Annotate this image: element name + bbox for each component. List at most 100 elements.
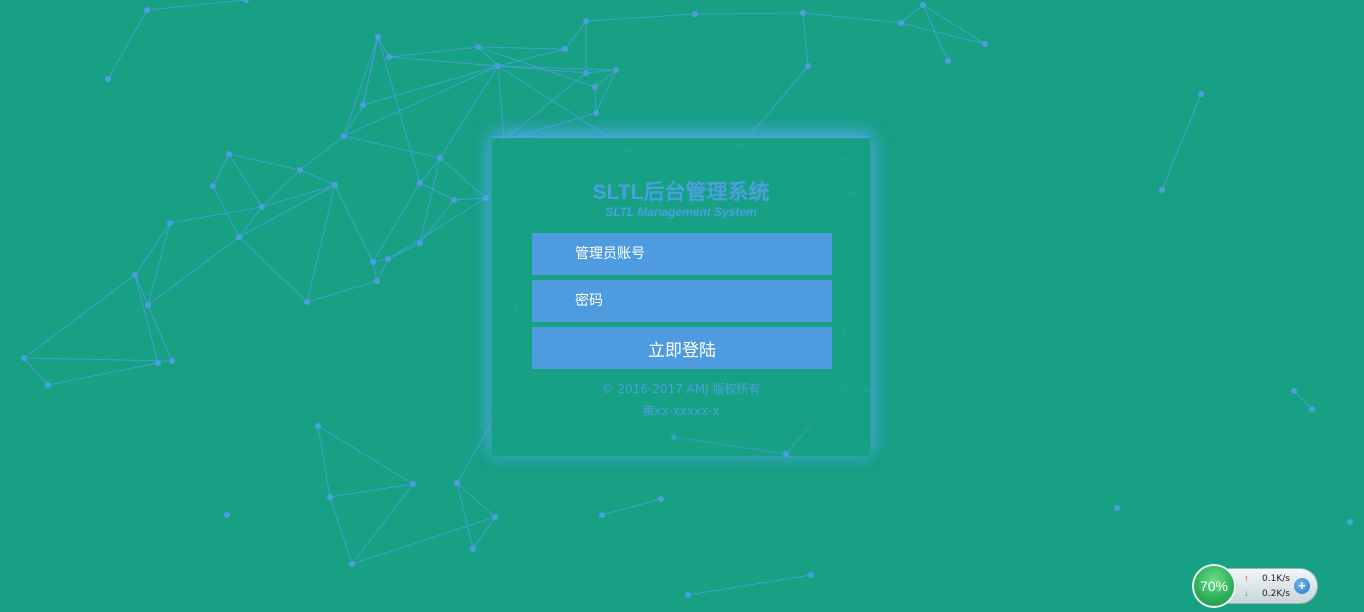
network-node: [224, 512, 230, 518]
upload-arrow-icon: ↑: [1244, 573, 1249, 583]
network-line: [585, 13, 696, 22]
network-node: [155, 360, 161, 366]
network-line: [694, 12, 804, 15]
network-node: [45, 382, 51, 388]
network-node: [920, 2, 926, 8]
network-line: [1161, 93, 1202, 191]
network-node: [167, 220, 173, 226]
network-node: [495, 63, 501, 69]
network-line: [317, 425, 331, 498]
network-line: [362, 65, 499, 106]
upload-speed: 0.1K/s: [1262, 574, 1290, 584]
network-line: [594, 69, 617, 88]
network-line: [900, 22, 986, 45]
network-line: [802, 12, 809, 67]
login-button[interactable]: 立即登陆: [532, 327, 832, 369]
memory-usage-ball[interactable]: 70%: [1192, 564, 1236, 608]
network-line: [147, 304, 173, 362]
expand-plus-icon[interactable]: +: [1294, 578, 1310, 594]
network-node: [144, 7, 150, 13]
network-node: [593, 110, 599, 116]
network-line: [23, 274, 136, 359]
network-node: [592, 84, 598, 90]
network-node: [658, 496, 664, 502]
network-line: [146, 0, 247, 11]
network-line: [377, 36, 390, 58]
copyright-text: © 2016-2017 AMJ 版权所有: [601, 382, 761, 396]
network-node: [385, 256, 391, 262]
network-line: [497, 65, 617, 71]
network-node: [599, 512, 605, 518]
network-line: [472, 516, 496, 550]
network-node: [21, 355, 27, 361]
network-line: [594, 86, 597, 114]
network-node: [1198, 91, 1204, 97]
network-node: [454, 480, 460, 486]
network-line: [306, 184, 336, 303]
system-title: SLTL后台管理系统: [592, 181, 770, 204]
network-line: [329, 483, 414, 498]
network-line: [329, 496, 353, 565]
network-line: [439, 157, 487, 199]
network-line: [343, 65, 499, 137]
network-line: [47, 362, 159, 386]
network-node: [370, 259, 376, 265]
network-line: [212, 153, 230, 187]
network-line: [228, 153, 301, 171]
network-line: [228, 153, 263, 208]
network-node: [417, 180, 423, 186]
network-node: [685, 592, 691, 598]
network-line: [585, 69, 617, 74]
system-subtitle: SLTL Management System: [605, 205, 757, 219]
network-node: [437, 155, 443, 161]
network-line: [1293, 390, 1313, 410]
network-line: [419, 182, 455, 201]
network-line: [477, 46, 499, 67]
network-node: [583, 70, 589, 76]
network-line: [334, 184, 374, 263]
network-line: [147, 236, 240, 306]
network-node: [1309, 406, 1315, 412]
network-line: [238, 236, 308, 303]
network-node: [800, 10, 806, 16]
network-node: [805, 63, 811, 69]
download-speed: 0.2K/s: [1262, 589, 1290, 599]
network-line: [317, 425, 414, 485]
network-line: [343, 135, 441, 159]
network-node: [349, 561, 355, 567]
network-line: [376, 258, 389, 282]
network-speed-widget[interactable]: ↑ ↓ 0.1K/s 0.2K/s + 70%: [1192, 564, 1318, 608]
network-node: [259, 204, 265, 210]
admin-account-input[interactable]: [532, 233, 832, 275]
network-node: [483, 195, 489, 201]
network-line: [456, 482, 474, 550]
network-node: [492, 514, 498, 520]
network-node: [1159, 187, 1165, 193]
network-line: [601, 498, 662, 516]
login-panel: SLTL后台管理系统 SLTL Management System 立即登陆 ©…: [491, 136, 871, 456]
network-node: [145, 302, 151, 308]
network-node: [451, 197, 457, 203]
network-line: [595, 69, 617, 114]
network-line: [388, 56, 499, 67]
network-line: [388, 46, 479, 58]
network-line: [306, 280, 378, 303]
network-node: [808, 572, 814, 578]
network-line: [299, 135, 345, 171]
network-line: [372, 182, 421, 263]
network-line: [147, 222, 171, 306]
network-node: [898, 20, 904, 26]
network-node: [341, 133, 347, 139]
network-node: [1114, 505, 1120, 511]
network-line: [503, 72, 587, 141]
network-node: [327, 494, 333, 500]
network-line: [362, 36, 379, 106]
network-node: [417, 240, 423, 246]
network-node: [169, 358, 175, 364]
network-node: [226, 151, 232, 157]
network-node: [315, 423, 321, 429]
network-node: [243, 0, 249, 3]
network-line: [740, 65, 809, 147]
password-input[interactable]: [532, 280, 832, 322]
network-line: [134, 222, 171, 276]
